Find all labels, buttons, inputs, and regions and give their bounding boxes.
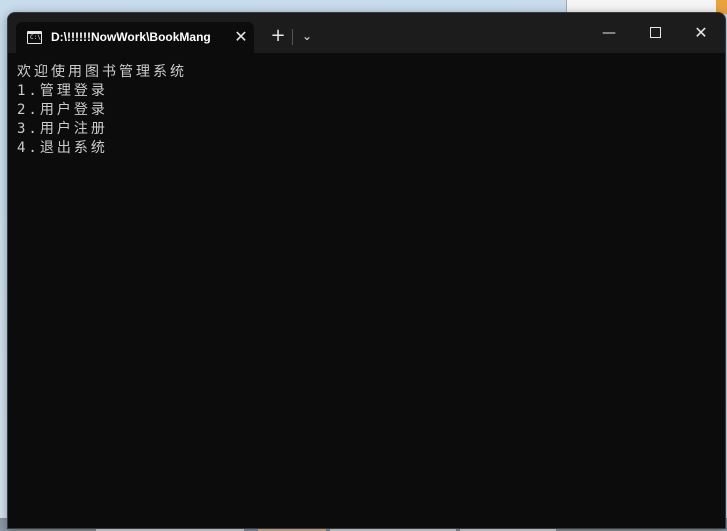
console-line: 1.管理登录	[17, 83, 108, 99]
scrollbar[interactable]	[721, 53, 725, 528]
console-line: 4.退出系统	[17, 140, 108, 156]
chevron-down-icon[interactable]: ⌄	[296, 25, 318, 47]
tab-separator	[292, 29, 293, 45]
maximize-button[interactable]	[632, 13, 678, 53]
console-line: 欢迎使用图书管理系统	[17, 64, 187, 80]
console-line: 2.用户登录	[17, 102, 108, 118]
terminal-icon-label: C:\	[30, 34, 41, 41]
close-tab-icon[interactable]: ✕	[230, 26, 252, 48]
tab-active[interactable]: C:\ D:\!!!!!!NowWork\BookMang ✕	[16, 22, 254, 53]
terminal-window: C:\ D:\!!!!!!NowWork\BookMang ✕ + ⌄ — ✕ …	[7, 12, 726, 529]
minimize-button[interactable]: —	[586, 13, 632, 53]
close-window-button[interactable]: ✕	[678, 13, 724, 53]
new-tab-button[interactable]: +	[266, 25, 290, 47]
maximize-icon	[649, 26, 661, 38]
terminal-icon: C:\	[27, 31, 42, 44]
console-line: 3.用户注册	[17, 121, 108, 137]
console-output[interactable]: 欢迎使用图书管理系统 1.管理登录 2.用户登录 3.用户注册 4.退出系统	[17, 63, 187, 158]
title-bar[interactable]: C:\ D:\!!!!!!NowWork\BookMang ✕ + ⌄ — ✕	[8, 13, 725, 53]
tab-title: D:\!!!!!!NowWork\BookMang	[51, 30, 211, 44]
